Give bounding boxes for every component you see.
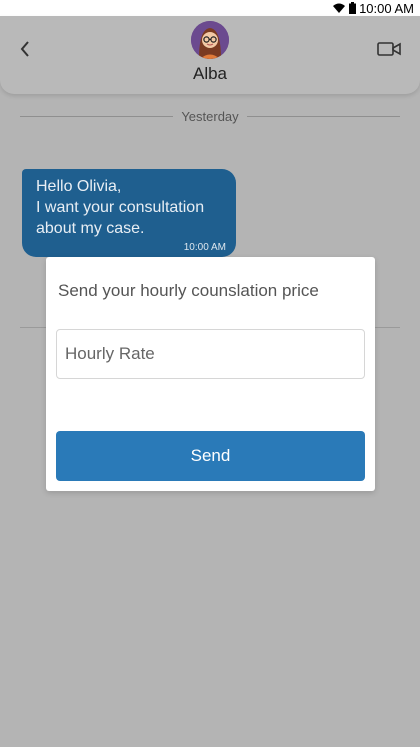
wifi-icon <box>332 3 346 14</box>
message-time: 10:00 AM <box>183 242 226 253</box>
contact-name: Alba <box>192 64 228 83</box>
status-bar: 10:00 AM <box>0 0 420 16</box>
price-dialog: Send your hourly counslation price Send <box>46 257 375 491</box>
battery-icon <box>349 2 357 14</box>
video-call-icon <box>377 41 401 62</box>
chat-header: Alba <box>0 16 420 94</box>
chevron-left-icon <box>19 40 31 63</box>
video-call-button[interactable] <box>376 41 402 61</box>
status-time: 10:00 AM <box>359 0 414 16</box>
divider <box>20 115 174 117</box>
avatar[interactable] <box>191 21 229 59</box>
send-button[interactable]: Send <box>56 431 365 481</box>
divider <box>246 115 400 117</box>
date-separator: Yesterday <box>20 107 400 125</box>
date-label: Yesterday <box>181 108 239 124</box>
message-text: Hello Olivia, I want your consultation a… <box>36 178 205 237</box>
hourly-rate-input[interactable] <box>56 329 365 379</box>
message-bubble[interactable]: Hello Olivia, I want your consultation a… <box>22 169 236 257</box>
back-button[interactable] <box>14 40 36 62</box>
dialog-title: Send your hourly counslation price <box>58 281 319 300</box>
